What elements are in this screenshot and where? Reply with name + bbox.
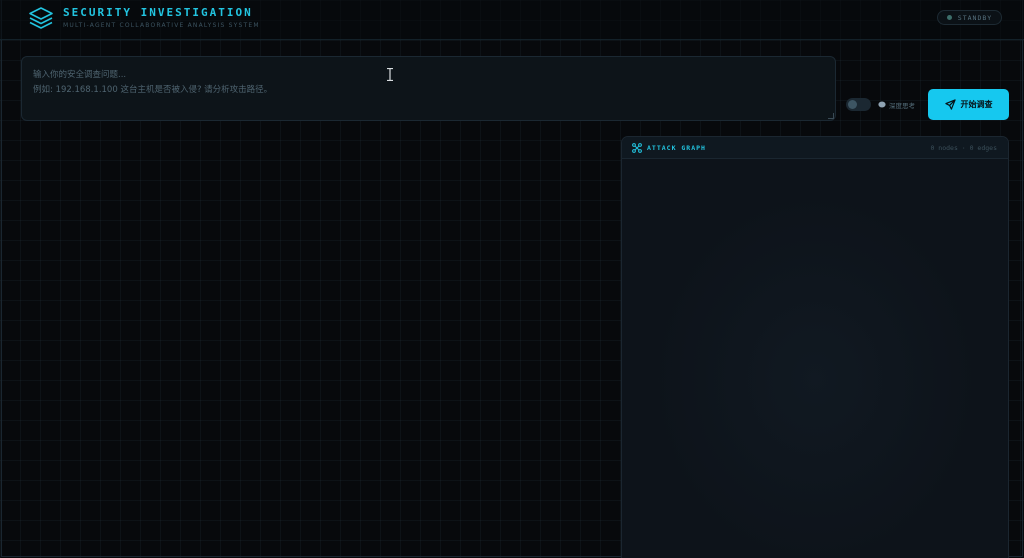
brain-icon (878, 101, 886, 108)
query-placeholder-line1: 输入你的安全调查问题... (33, 70, 127, 80)
deep-thinking-toggle[interactable] (846, 98, 871, 111)
graph-nodes-icon (632, 143, 642, 153)
resize-handle-icon[interactable] (828, 113, 834, 119)
start-investigation-button[interactable]: 开始调查 (928, 89, 1009, 120)
query-input[interactable]: 输入你的安全调查问题... 例如: 192.168.1.100 这台主机是否被入… (21, 56, 836, 121)
status-dot-icon (946, 15, 952, 20)
app-subtitle: MULTI-AGENT COLLABORATIVE ANALYSIS SYSTE… (63, 22, 260, 29)
app-title: SECURITY INVESTIGATION (63, 6, 253, 19)
status-badge: STANDBY (937, 10, 1002, 25)
start-button-label: 开始调查 (960, 100, 993, 109)
graph-canvas[interactable] (622, 159, 1008, 558)
toggle-knob (848, 100, 857, 109)
graph-title: ATTACK GRAPH (647, 144, 706, 152)
app-header: SECURITY INVESTIGATION MULTI-AGENT COLLA… (0, 0, 1024, 40)
graph-header: ATTACK GRAPH 0 nodes · 0 edges (622, 137, 1008, 159)
graph-stats: 0 nodes · 0 edges (930, 144, 997, 152)
send-icon (944, 99, 956, 110)
deep-thinking-label: 深度思考 (889, 102, 915, 110)
layers-icon (29, 7, 53, 29)
attack-graph-panel: ATTACK GRAPH 0 nodes · 0 edges (621, 136, 1009, 558)
query-placeholder-line2: 例如: 192.168.1.100 这台主机是否被入侵? 请分析攻击路径。 (33, 85, 273, 95)
text-cursor-icon (387, 68, 393, 81)
status-text: STANDBY (957, 13, 993, 22)
